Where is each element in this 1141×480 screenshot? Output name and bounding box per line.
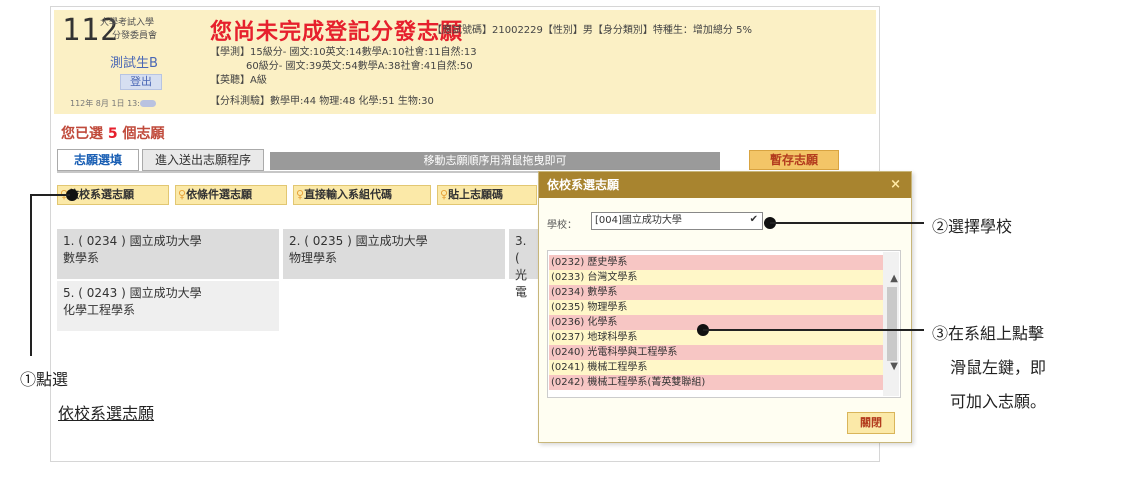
department-item[interactable]: (0241) 機械工程學系 (549, 360, 885, 375)
drag-hint-bar: 移動志願順序用滑鼠拖曳即可 (269, 151, 721, 171)
department-item[interactable]: (0240) 光電科學與工程學系 (549, 345, 885, 360)
tab-bar: 志願選填 進入送出志願程序 移動志願順序用滑鼠拖曳即可 暫存志願 (57, 149, 871, 173)
step2-leader (770, 222, 924, 224)
save-choices-button[interactable]: 暫存志願 (749, 150, 839, 170)
applicant-info: 【應試號碼】21002229【性別】男【身分類別】特種生：增加總分 5% (432, 25, 752, 36)
logout-button[interactable]: 登出 (120, 74, 162, 90)
step1-target: 依校系選志願 (58, 404, 155, 423)
dialog-title: 依校系選志願 × (539, 172, 911, 198)
step1-leader (30, 194, 70, 196)
filter-by-condition-button[interactable]: ♀依條件選志願 (175, 185, 287, 205)
department-item[interactable]: (0234) 數學系 (549, 285, 885, 300)
choice-count-value: 5 (107, 126, 118, 142)
scroll-thumb[interactable] (887, 287, 897, 361)
department-list: (0232) 歷史學系 (0233) 台灣文學系 (0234) 數學系 (023… (547, 250, 901, 398)
pin-icon: ♀ (440, 188, 449, 201)
step1-label: ①點選 (20, 370, 69, 389)
dialog-close-button[interactable]: 關閉 (847, 412, 895, 434)
ast-scores: 【分科測驗】數學甲:44 物理:48 化學:51 生物:30 (210, 96, 434, 107)
pin-icon: ♀ (178, 188, 187, 201)
school-dept-dialog: 依校系選志願 × 學校： [004]國立成功大學 ✔ (0232) 歷史學系 (… (538, 171, 912, 443)
applicant-header: 112 大學考試入學 分發委員會 測試生B 登出 112年 8月 1日 13: … (54, 10, 876, 114)
choice-count: 您已選 5 個志願 (61, 126, 165, 142)
step3-label-line2: 滑鼠左鍵，即 (950, 358, 1047, 377)
paste-code-button[interactable]: ♀貼上志願碼 (437, 185, 537, 205)
masked-time (139, 100, 156, 107)
user-name: 測試生B (110, 56, 158, 71)
chevron-down-icon: ✔ (749, 214, 758, 225)
step1-leader (30, 194, 32, 356)
department-item[interactable]: (0232) 歷史學系 (549, 255, 885, 270)
step3-label-line3: 可加入志願。 (950, 392, 1047, 411)
choice-card[interactable]: 1. ( 0234 ) 國立成功大學 數學系 (57, 229, 279, 279)
choice-card[interactable]: 2. ( 0235 ) 國立成功大學 物理學系 (283, 229, 505, 279)
department-item[interactable]: (0236) 化學系 (549, 315, 885, 330)
status-title: 您尚未完成登記分發志願 (210, 20, 464, 45)
department-item[interactable]: (0237) 地球科學系 (549, 330, 885, 345)
gsat-levels-60: 60級分- 國文:39英文:54數學A:38社會:41自然:50 (246, 61, 473, 72)
school-label: 學校： (547, 220, 577, 231)
login-time: 112年 8月 1日 13: (70, 98, 156, 109)
close-icon[interactable]: × (890, 172, 901, 198)
pin-icon: ♀ (296, 188, 305, 201)
choice-card[interactable]: 5. ( 0243 ) 國立成功大學 化學工程學系 (57, 281, 279, 331)
step3-label-line1: ③在系組上點擊 (932, 324, 1045, 343)
gsat-levels-15: 【學測】15級分- 國文:10英文:14數學A:10社會:11自然:13 (210, 47, 477, 58)
department-item[interactable]: (0235) 物理學系 (549, 300, 885, 315)
school-select[interactable]: [004]國立成功大學 ✔ (591, 212, 763, 230)
english-listening: 【英聽】A級 (210, 75, 267, 86)
tab-fill-choices[interactable]: 志願選填 (57, 149, 139, 171)
logo-org-line1: 大學考試入學 (100, 18, 155, 28)
choice-card[interactable]: 3. ( 光電 (509, 229, 539, 299)
logo-org-line2: 分發委員會 (112, 31, 158, 41)
scroll-down-icon[interactable]: ▼ (890, 361, 898, 372)
tab-submit-process[interactable]: 進入送出志願程序 (142, 149, 264, 171)
step2-label: ②選擇學校 (932, 217, 1013, 236)
filter-by-code-button[interactable]: ♀直接輸入系組代碼 (293, 185, 431, 205)
department-item[interactable]: (0242) 機械工程學系(菁英雙聯組) (549, 375, 885, 390)
department-item[interactable]: (0233) 台灣文學系 (549, 270, 885, 285)
scroll-up-icon[interactable]: ▲ (890, 273, 898, 284)
step3-leader (703, 329, 924, 331)
